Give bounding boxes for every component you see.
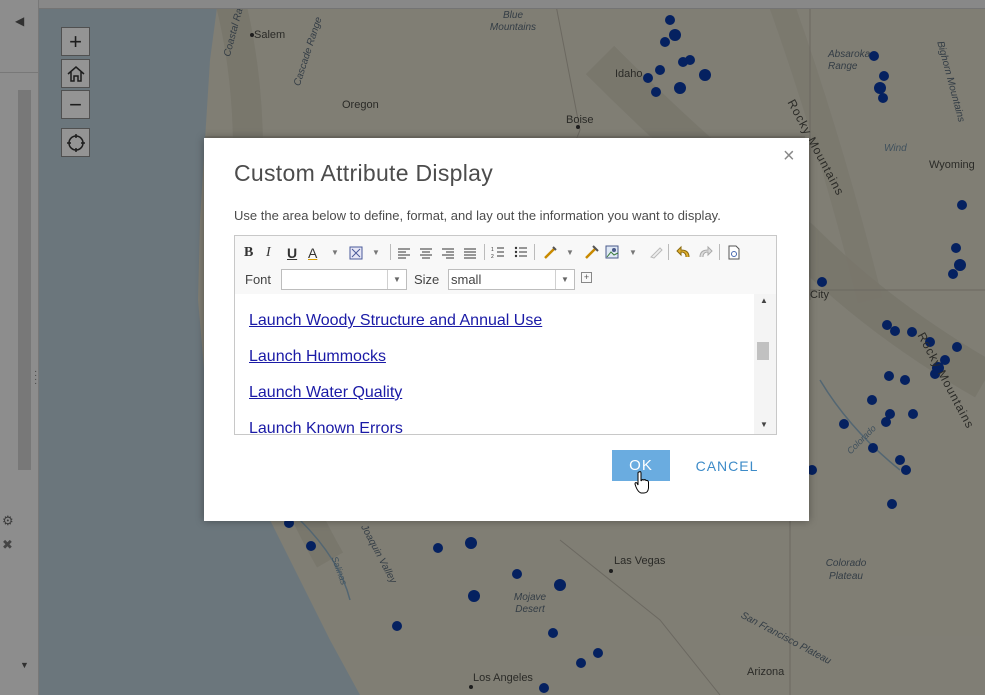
underline-button[interactable]: U	[287, 244, 297, 261]
dialog-title: Custom Attribute Display	[234, 160, 494, 186]
toolbar-separator	[390, 244, 391, 260]
link-known-errors[interactable]: Launch Known Errors	[249, 420, 403, 434]
redo-button[interactable]	[698, 244, 713, 261]
chevron-down-icon[interactable]: ▼	[372, 244, 380, 261]
align-right-icon	[442, 248, 454, 258]
dialog-description: Use the area below to define, format, an…	[234, 208, 721, 223]
align-center-button[interactable]	[419, 244, 433, 261]
font-color-button[interactable]: A	[308, 244, 317, 261]
chevron-down-icon[interactable]: ▼	[387, 270, 406, 289]
ordered-list-icon: 12	[491, 247, 504, 259]
cancel-button[interactable]: CANCEL	[689, 450, 765, 481]
toolbar-separator	[484, 244, 485, 260]
rich-text-editor[interactable]: B I U A ▼ ▼ 12 ▼ ▼ Font ▼ Size small ▼ +…	[234, 235, 777, 435]
chevron-down-icon[interactable]: ▼	[566, 244, 574, 261]
unlink-button[interactable]	[584, 244, 599, 261]
image-icon	[605, 245, 619, 259]
eraser-button[interactable]	[648, 244, 663, 261]
align-center-icon	[420, 248, 432, 258]
scrollbar-thumb[interactable]	[757, 342, 769, 360]
unlink-icon	[585, 245, 599, 259]
chevron-down-icon[interactable]: ▼	[629, 244, 637, 261]
undo-button[interactable]	[676, 244, 691, 261]
bullet-list-icon	[514, 246, 527, 258]
bold-button[interactable]: B	[244, 244, 253, 261]
italic-button[interactable]: I	[266, 244, 271, 261]
toolbar-separator	[534, 244, 535, 260]
highlight-icon	[349, 246, 363, 259]
svg-text:1: 1	[491, 247, 494, 253]
hand-cursor-icon	[634, 471, 649, 494]
expand-toolbar-button[interactable]: +	[581, 272, 592, 283]
link-woody-structure[interactable]: Launch Woody Structure and Annual Use	[249, 312, 542, 330]
eraser-icon	[650, 247, 663, 259]
link-water-quality[interactable]: Launch Water Quality	[249, 384, 402, 402]
size-select[interactable]: small ▼	[448, 269, 575, 290]
svg-text:2: 2	[491, 254, 494, 259]
align-justify-button[interactable]	[463, 244, 477, 261]
bullet-list-button[interactable]	[514, 244, 528, 261]
link-hummocks[interactable]: Launch Hummocks	[249, 348, 386, 366]
font-label: Font	[245, 272, 272, 287]
link-button[interactable]	[543, 244, 558, 261]
ordered-list-button[interactable]: 12	[491, 244, 505, 261]
view-source-button[interactable]	[727, 244, 741, 261]
insert-image-button[interactable]	[605, 244, 620, 261]
scroll-up-icon[interactable]: ▲	[760, 296, 768, 305]
editor-toolbar: B I U A ▼ ▼ 12 ▼ ▼ Font ▼ Size small ▼ +	[235, 236, 776, 294]
align-left-icon	[398, 248, 410, 258]
font-select[interactable]: ▼	[281, 269, 407, 290]
size-select-value: small	[451, 272, 482, 287]
toolbar-separator	[668, 244, 669, 260]
highlight-color-button[interactable]	[349, 244, 363, 261]
chevron-down-icon[interactable]: ▼	[331, 244, 339, 261]
link-icon	[544, 246, 557, 259]
size-label: Size	[414, 272, 440, 287]
align-justify-icon	[464, 248, 476, 258]
source-icon	[728, 245, 740, 260]
redo-icon	[699, 245, 713, 258]
undo-icon	[676, 245, 690, 258]
close-icon[interactable]: ×	[783, 146, 795, 166]
chevron-down-icon[interactable]: ▼	[555, 270, 574, 289]
scroll-down-icon[interactable]: ▼	[760, 420, 768, 429]
editor-content[interactable]: Launch Woody Structure and Annual Use La…	[235, 294, 754, 434]
align-left-button[interactable]	[397, 244, 411, 261]
align-right-button[interactable]	[441, 244, 455, 261]
custom-attribute-dialog: × Custom Attribute Display Use the area …	[204, 138, 809, 521]
toolbar-separator	[719, 244, 720, 260]
editor-scrollbar[interactable]: ▲ ▼	[754, 294, 776, 434]
